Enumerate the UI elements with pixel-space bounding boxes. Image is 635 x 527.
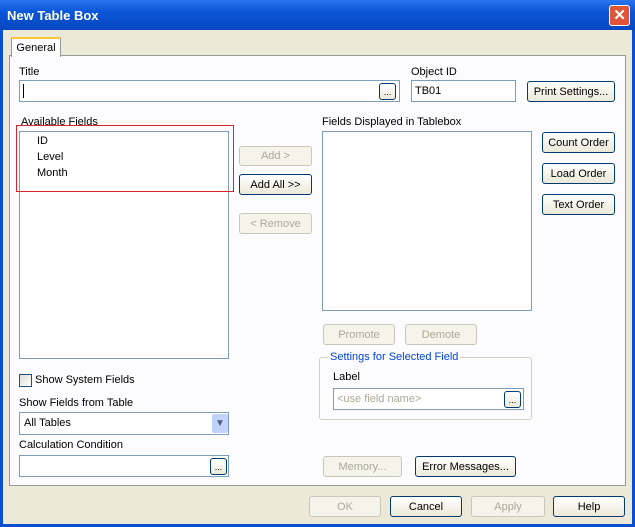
label-ellipsis-button[interactable]: ... — [504, 391, 521, 408]
add-all-button[interactable]: Add All >> — [239, 174, 312, 195]
add-button[interactable]: Add > — [239, 146, 312, 166]
close-icon[interactable]: ✕ — [609, 5, 630, 26]
show-system-fields-label: Show System Fields — [35, 374, 135, 386]
text-order-button[interactable]: Text Order — [542, 194, 615, 215]
displayed-fields-list[interactable] — [322, 131, 532, 311]
show-system-fields-checkbox[interactable] — [19, 374, 32, 387]
label-placeholder: <use field name> — [337, 393, 422, 405]
load-order-button[interactable]: Load Order — [542, 163, 615, 184]
select-value: All Tables — [24, 417, 71, 429]
apply-button[interactable]: Apply — [471, 496, 545, 517]
dialog-window: New Table Box ✕ General Title ... Object… — [0, 0, 635, 527]
title-ellipsis-button[interactable]: ... — [379, 83, 396, 100]
show-fields-from-table-label: Show Fields from Table — [19, 397, 134, 409]
title-input[interactable]: ... — [19, 80, 400, 102]
remove-button[interactable]: < Remove — [239, 213, 312, 234]
object-id-input[interactable]: TB01 — [411, 80, 516, 102]
displayed-fields-label: Fields Displayed in Tablebox — [322, 116, 462, 128]
settings-group-legend: Settings for Selected Field — [328, 351, 461, 363]
memory-button[interactable]: Memory... — [323, 456, 402, 477]
calculation-condition-label: Calculation Condition — [19, 439, 123, 451]
highlight-box — [16, 125, 234, 192]
show-fields-from-table-select[interactable]: All Tables ▼ — [19, 412, 229, 435]
title-bar: New Table Box ✕ — [0, 0, 635, 30]
calculation-condition-input[interactable]: ... — [19, 455, 229, 477]
text-cursor — [23, 84, 24, 98]
print-settings-button[interactable]: Print Settings... — [527, 81, 615, 102]
count-order-button[interactable]: Count Order — [542, 132, 615, 153]
object-id-label: Object ID — [411, 66, 457, 78]
promote-button[interactable]: Promote — [323, 324, 395, 345]
error-messages-button[interactable]: Error Messages... — [415, 456, 516, 477]
label-input[interactable]: <use field name> ... — [333, 388, 524, 410]
demote-button[interactable]: Demote — [405, 324, 477, 345]
label-caption: Label — [333, 371, 360, 383]
tab-general[interactable]: General — [11, 37, 61, 57]
help-button[interactable]: Help — [553, 496, 625, 517]
chevron-down-icon[interactable]: ▼ — [212, 414, 228, 433]
title-label: Title — [19, 66, 40, 78]
ok-button[interactable]: OK — [309, 496, 381, 517]
dialog-client: General Title ... Object ID TB01 Print S… — [3, 30, 632, 524]
window-title: New Table Box — [7, 8, 99, 23]
cancel-button[interactable]: Cancel — [390, 496, 462, 517]
calc-ellipsis-button[interactable]: ... — [210, 458, 227, 475]
